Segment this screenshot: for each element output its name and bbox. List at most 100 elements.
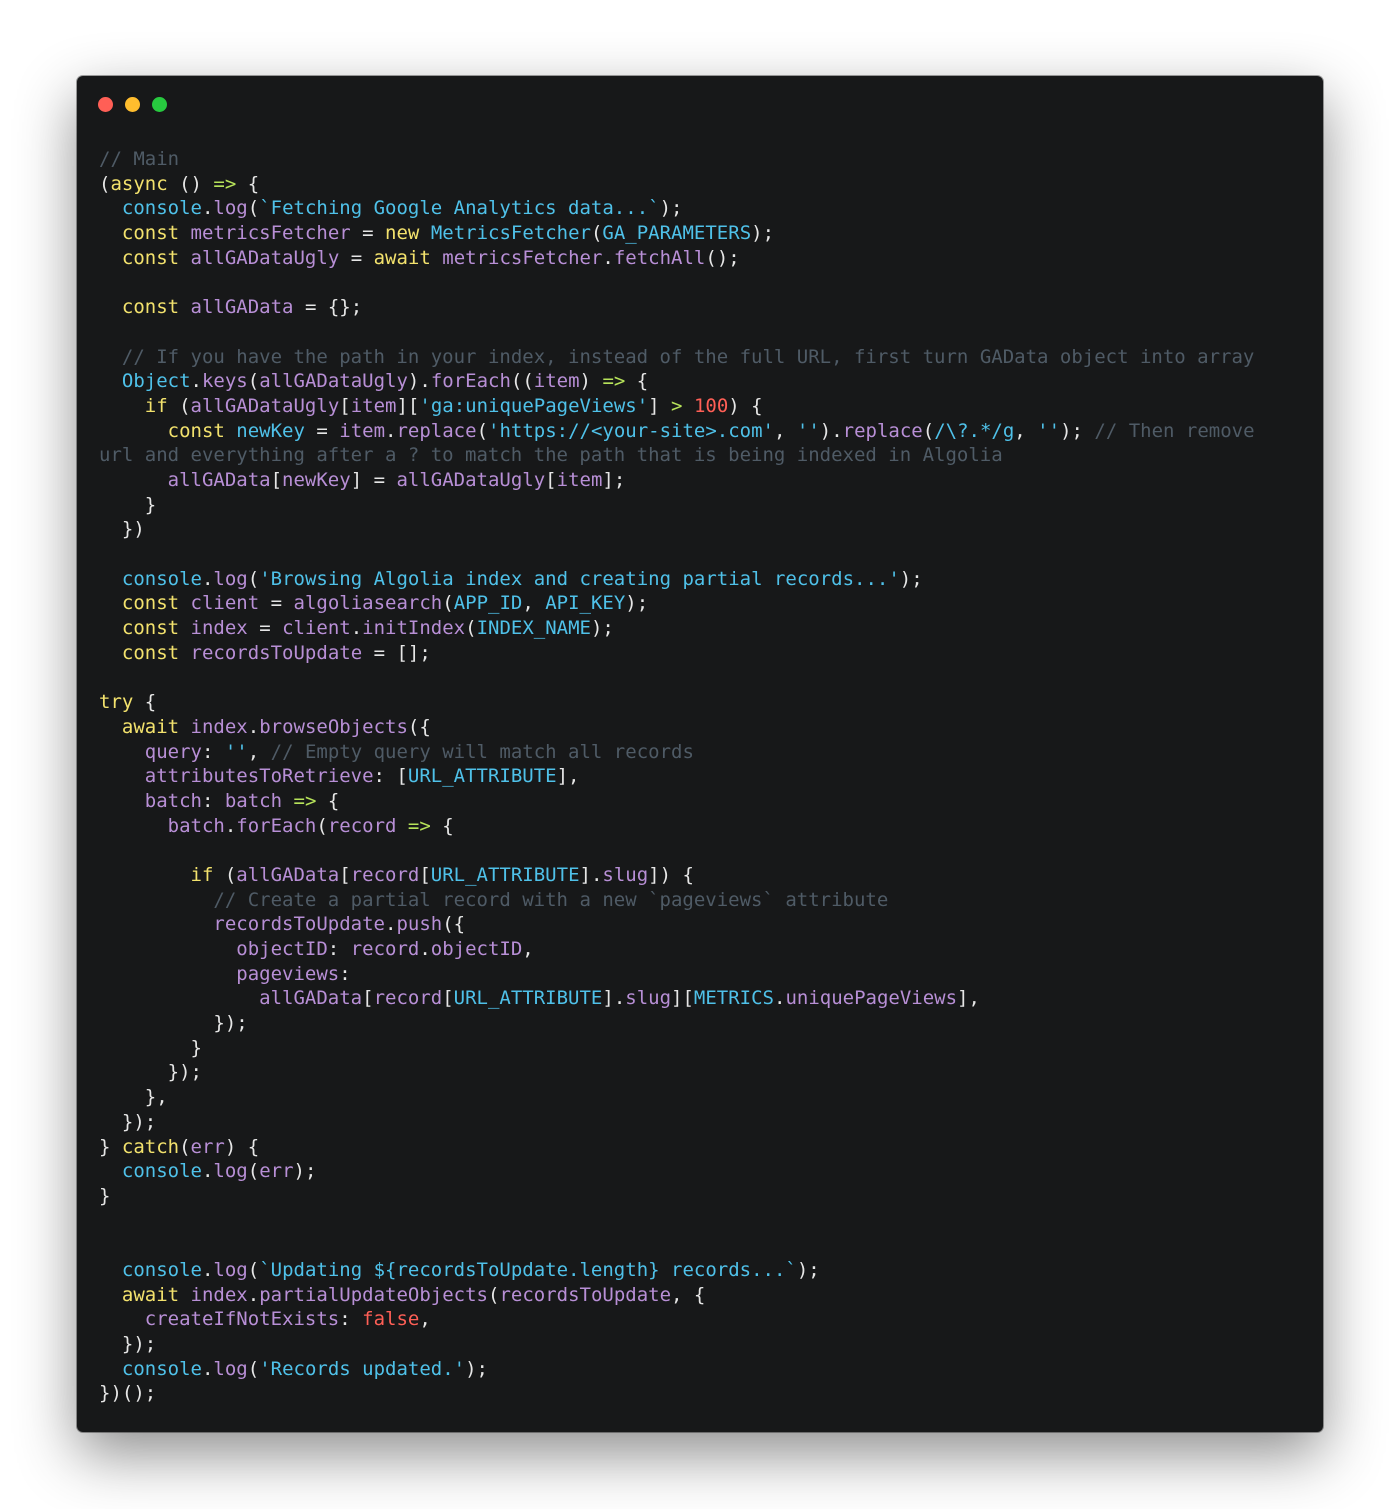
- code-token: [: [442, 987, 454, 1010]
- code-line: pageviews:: [99, 962, 1301, 987]
- code-token: if: [144, 394, 168, 417]
- code-line: (async () => {: [99, 172, 1301, 197]
- code-token: uniquePageViews: [785, 987, 958, 1010]
- code-token: .: [247, 715, 260, 738]
- code-token: ({: [442, 913, 466, 936]
- code-token: allGADataUgly: [396, 468, 546, 491]
- code-token: ();: [705, 246, 740, 269]
- code-token: newKey: [236, 419, 305, 442]
- code-token: {: [430, 814, 454, 837]
- code-token: 'https://<your-site>.com': [488, 419, 774, 442]
- code-token: index: [190, 617, 248, 640]
- code-token: );: [899, 567, 923, 590]
- code-token: .: [602, 246, 614, 269]
- code-line: const recordsToUpdate = [];: [99, 641, 1301, 666]
- code-token: URL_ATTRIBUTE: [453, 987, 603, 1010]
- code-token: ,: [1014, 419, 1038, 442]
- code-token: MetricsFetcher: [430, 222, 591, 245]
- code-token: query: [144, 740, 202, 763]
- code-token: recordsToUpdate: [190, 641, 363, 664]
- code-line: console.log('Browsing Algolia index and …: [99, 567, 1301, 592]
- code-line: console.log(err);: [99, 1159, 1301, 1184]
- code-token: const: [167, 419, 225, 442]
- code-token: .: [350, 617, 363, 640]
- close-window-button[interactable]: [98, 97, 113, 112]
- code-token: catch: [121, 1135, 180, 1158]
- code-token: =>: [602, 370, 626, 393]
- code-token: APP_ID: [453, 592, 523, 615]
- code-token: [: [339, 394, 351, 417]
- code-token: console: [121, 1160, 202, 1183]
- code-token: new: [385, 222, 420, 245]
- code-token: },: [99, 1086, 168, 1109]
- code-token: record: [350, 938, 420, 960]
- code-token: err: [259, 1160, 294, 1183]
- code-token: GA_PARAMETERS: [602, 222, 752, 245]
- code-line: if (allGAData[record[URL_ATTRIBUTE].slug…: [99, 863, 1301, 888]
- code-token: .: [247, 1283, 260, 1306]
- code-token: item: [533, 370, 580, 393]
- code-line: const metricsFetcher = new MetricsFetche…: [99, 221, 1301, 246]
- code-token: }: [99, 1036, 202, 1059]
- code-token: 'Records updated.': [259, 1357, 466, 1380]
- minimize-window-button[interactable]: [125, 97, 140, 112]
- code-token: ],: [957, 987, 980, 1010]
- code-token: url and everything after a ? to match th…: [99, 444, 1003, 467]
- code-line: });: [99, 1011, 1301, 1036]
- code-token: .: [224, 814, 237, 837]
- code-token: 100: [693, 394, 729, 417]
- code-token: ).: [819, 419, 843, 442]
- code-token: metricsFetcher: [442, 246, 603, 269]
- code-token: slug: [602, 863, 649, 886]
- code-token: console: [121, 567, 202, 590]
- code-token: METRICS: [693, 987, 774, 1010]
- code-token: const: [121, 246, 180, 269]
- code-line: const allGAData = {};: [99, 295, 1301, 320]
- code-token: log: [213, 1357, 248, 1380]
- code-token: item: [350, 394, 397, 417]
- code-token: err: [190, 1135, 225, 1158]
- code-line: attributesToRetrieve: [URL_ATTRIBUTE],: [99, 764, 1301, 789]
- code-token: (: [465, 617, 477, 640]
- code-token: ({: [407, 715, 431, 738]
- code-token: :: [201, 789, 225, 812]
- code-token: .: [201, 1160, 214, 1183]
- code-line: await index.browseObjects({: [99, 715, 1301, 740]
- code-token: });: [99, 1110, 157, 1133]
- code-token: }: [99, 1135, 122, 1158]
- code-token: (: [922, 419, 935, 442]
- code-token: item: [339, 419, 386, 442]
- code-token: Object: [121, 370, 191, 393]
- code-token: =: [304, 419, 340, 442]
- code-token: (: [487, 1283, 500, 1306]
- code-line: recordsToUpdate.push({: [99, 912, 1301, 937]
- code-token: ].: [579, 863, 603, 886]
- code-line: query: '', // Empty query will match all…: [99, 740, 1301, 765]
- code-token: = {};: [293, 296, 363, 319]
- code-line: allGAData[record[URL_ATTRIBUTE].slug][ME…: [99, 986, 1301, 1011]
- code-line: },: [99, 1085, 1301, 1110]
- code-token: :: [201, 740, 225, 763]
- maximize-window-button[interactable]: [152, 97, 167, 112]
- code-token: (: [247, 197, 260, 220]
- code-token: // Empty query will match all records: [270, 740, 694, 763]
- code-token: =>: [407, 814, 431, 837]
- code-line: const newKey = item.replace('https://<yo…: [99, 419, 1301, 444]
- code-line: }: [99, 1184, 1301, 1209]
